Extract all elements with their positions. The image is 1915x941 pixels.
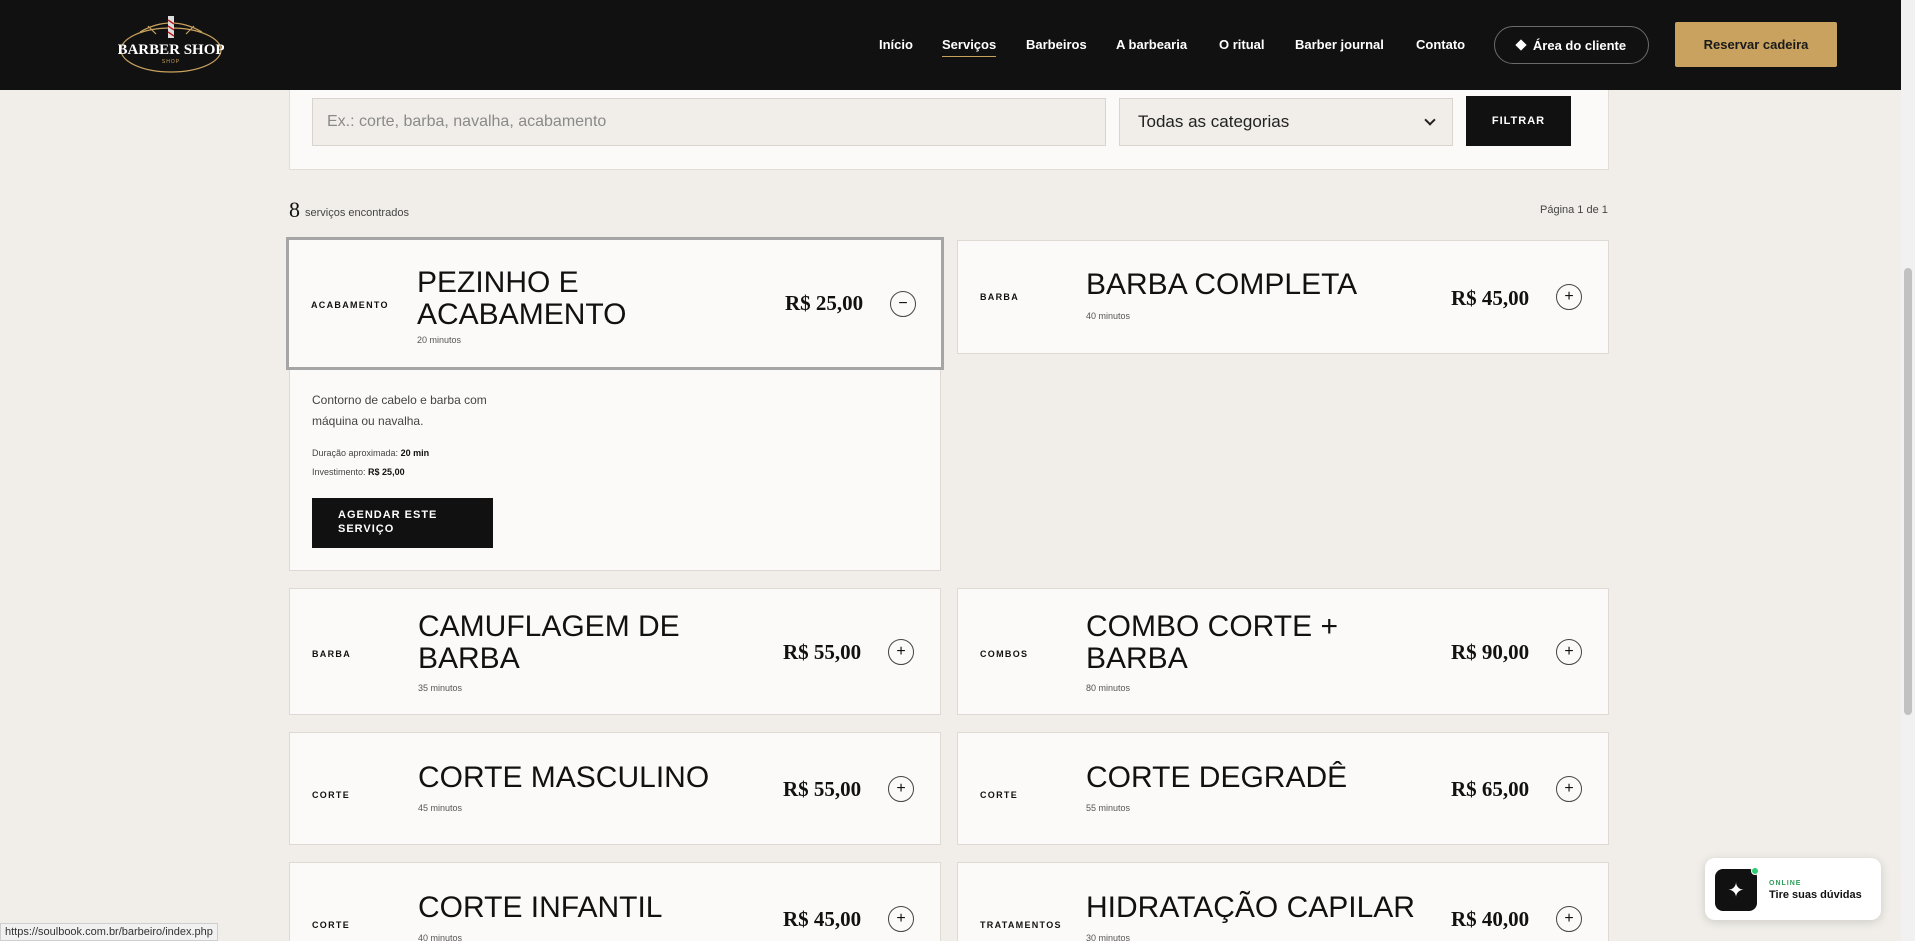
service-name: COMBO CORTE + BARBA — [1086, 610, 1338, 675]
chat-status: ONLINE — [1769, 880, 1802, 887]
filter-panel: Todas as categorias FILTRAR — [289, 90, 1609, 170]
service-category: TRATAMENTOS — [980, 920, 1062, 930]
barbershop-logo[interactable]: BARBER SHOP SHOP — [117, 12, 225, 76]
service-price: R$ 25,00 — [785, 291, 864, 315]
expand-toggle-icon[interactable]: + — [888, 776, 914, 802]
service-search-input[interactable] — [312, 98, 1106, 146]
service-name: PEZINHO E ACABAMENTO — [417, 266, 627, 331]
service-price: R$ 55,00 — [783, 640, 862, 664]
category-select[interactable]: Todas as categorias — [1119, 98, 1453, 146]
service-price: R$ 90,00 — [1451, 640, 1530, 664]
service-duration: 20 minutos — [417, 335, 462, 345]
service-details-panel: Contorno de cabelo e barba com máquina o… — [289, 370, 941, 571]
client-area-button[interactable]: Área do cliente — [1494, 26, 1649, 64]
top-navbar: BARBER SHOP SHOP Início Serviços Barbeir… — [0, 0, 1915, 90]
book-service-button[interactable]: AGENDAR ESTE SERVIÇO — [312, 498, 493, 548]
service-name: CAMUFLAGEM DE BARBA — [418, 610, 680, 675]
results-count: 8 — [289, 197, 300, 222]
service-duration: 40 minutos — [418, 933, 463, 941]
service-name: HIDRATAÇÃO CAPILAR — [1086, 891, 1415, 924]
service-category: CORTE — [980, 790, 1018, 800]
logo-text: BARBER SHOP — [118, 42, 224, 58]
client-area-label: Área do cliente — [1532, 37, 1627, 53]
nav-a-barbearia[interactable]: A barbearia — [1116, 37, 1187, 52]
reserve-chair-button[interactable]: Reservar cadeira — [1675, 22, 1837, 67]
service-card-corte-degrade[interactable]: CORTE CORTE DEGRADÊ 55 minutos R$ 65,00 … — [957, 732, 1609, 845]
expand-toggle-icon[interactable]: + — [888, 639, 914, 665]
service-name: CORTE MASCULINO — [418, 761, 710, 794]
category-select-value: Todas as categorias — [1138, 112, 1290, 131]
expand-toggle-icon[interactable]: + — [1556, 906, 1582, 932]
filter-button[interactable]: FILTRAR — [1466, 96, 1571, 146]
service-duration: 55 minutos — [1086, 803, 1131, 813]
nav-o-ritual[interactable]: O ritual — [1219, 37, 1265, 52]
service-category: ACABAMENTO — [311, 300, 389, 310]
service-category: CORTE — [312, 790, 350, 800]
service-price: R$ 55,00 — [783, 777, 862, 801]
expand-toggle-icon[interactable]: + — [888, 906, 914, 932]
service-name: CORTE INFANTIL — [418, 891, 663, 924]
chevron-down-icon — [1424, 114, 1436, 126]
service-duration: 80 minutos — [1086, 683, 1131, 693]
service-price: R$ 45,00 — [783, 907, 862, 931]
service-price: R$ 40,00 — [1451, 907, 1530, 931]
nav-inicio[interactable]: Início — [879, 37, 913, 52]
service-category: BARBA — [980, 292, 1019, 302]
scrollbar-thumb[interactable] — [1904, 268, 1912, 715]
service-duration: 35 minutos — [418, 683, 463, 693]
service-duration: 40 minutos — [1086, 311, 1131, 321]
nav-contato[interactable]: Contato — [1416, 37, 1465, 52]
status-bar-url: https://soulbook.com.br/barbeiro/index.p… — [0, 923, 218, 941]
service-name: CORTE DEGRADÊ — [1086, 761, 1348, 794]
nav-servicos[interactable]: Serviços — [942, 37, 997, 57]
price-meta: Investimento: R$ 25,00 — [312, 467, 405, 477]
service-category: BARBA — [312, 649, 351, 659]
results-count-label: serviços encontrados — [305, 207, 409, 219]
service-price: R$ 65,00 — [1451, 777, 1530, 801]
nav-barbeiros[interactable]: Barbeiros — [1026, 37, 1087, 52]
service-category: CORTE — [312, 920, 350, 930]
service-duration: 45 minutos — [418, 803, 463, 813]
service-card-camuflagem[interactable]: BARBA CAMUFLAGEM DE BARBA 35 minutos R$ … — [289, 588, 941, 715]
service-card-hidratacao[interactable]: TRATAMENTOS HIDRATAÇÃO CAPILAR 30 minuto… — [957, 862, 1609, 941]
diamond-icon — [1515, 39, 1527, 51]
sparkle-icon: ✦ — [1715, 869, 1757, 911]
service-price: R$ 45,00 — [1451, 286, 1530, 310]
service-description: Contorno de cabelo e barba com máquina o… — [312, 393, 487, 428]
page-info: Página 1 de 1 — [1540, 204, 1608, 216]
service-card-barba-completa[interactable]: BARBA BARBA COMPLETA 40 minutos R$ 45,00… — [957, 240, 1609, 354]
svg-text:SHOP: SHOP — [162, 59, 180, 65]
expand-toggle-icon[interactable]: + — [1556, 284, 1582, 310]
nav-barber-journal[interactable]: Barber journal — [1295, 37, 1384, 52]
service-card-corte-infantil[interactable]: CORTE CORTE INFANTIL 40 minutos R$ 45,00… — [289, 862, 941, 941]
online-status-dot — [1751, 867, 1759, 875]
service-name: BARBA COMPLETA — [1086, 268, 1358, 301]
service-category: COMBOS — [980, 649, 1029, 659]
chat-widget[interactable]: ✦ ONLINE Tire suas dúvidas — [1705, 858, 1881, 920]
expand-toggle-icon[interactable]: + — [1556, 639, 1582, 665]
service-card-pezinho[interactable]: ACABAMENTO PEZINHO E ACABAMENTO 20 minut… — [286, 237, 944, 370]
service-card-combo[interactable]: COMBOS COMBO CORTE + BARBA 80 minutos R$… — [957, 588, 1609, 715]
expand-toggle-icon[interactable]: + — [1556, 776, 1582, 802]
collapse-toggle-icon[interactable]: − — [890, 291, 916, 317]
service-duration: 30 minutos — [1086, 933, 1131, 941]
duration-meta: Duração aproximada: 20 min — [312, 448, 430, 458]
service-card-corte-masculino[interactable]: CORTE CORTE MASCULINO 45 minutos R$ 55,0… — [289, 732, 941, 845]
chat-prompt: Tire suas dúvidas — [1769, 889, 1862, 901]
